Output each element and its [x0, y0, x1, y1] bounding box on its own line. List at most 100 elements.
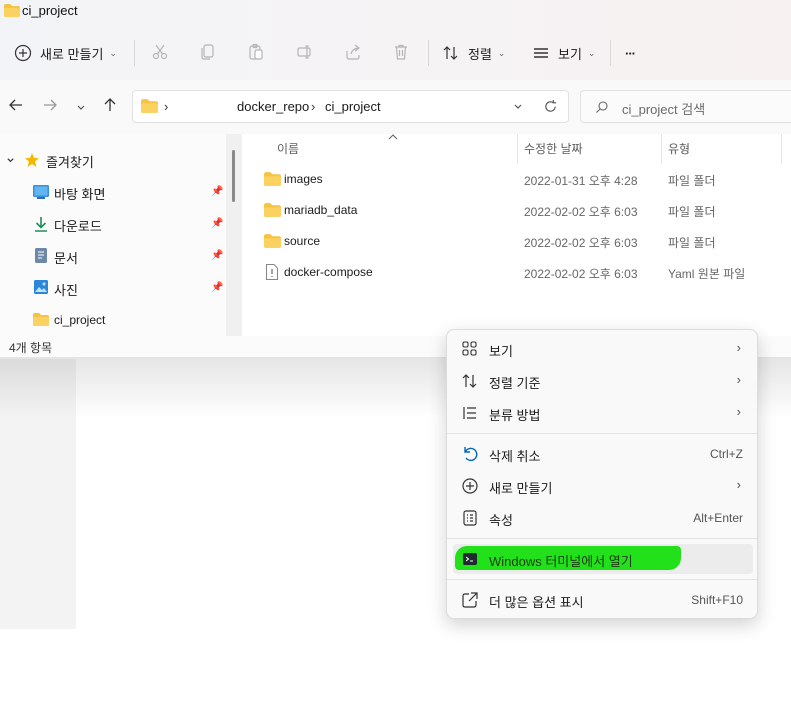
chevron-right-icon: ›: [736, 372, 741, 387]
column-header-type[interactable]: 유형: [668, 140, 690, 157]
file-date: 2022-02-02 오후 6:03: [524, 205, 638, 219]
context-menu: 보기 › 정렬 기준 › 분류 방법 › 삭제 취소 Ctrl+Z 새로 만들기…: [446, 329, 758, 619]
nav-item-label: ci_project: [54, 313, 106, 327]
file-row[interactable]: mariadb_data 2022-02-02 오후 6:03 파일 폴더: [256, 198, 786, 224]
properties-icon: [463, 510, 477, 526]
cut-icon[interactable]: [149, 41, 171, 63]
paste-icon[interactable]: [245, 41, 267, 63]
item-count: 4개 항목: [9, 341, 53, 355]
new-button-label: 새로 만들기: [40, 46, 104, 62]
search-input[interactable]: ci_project 검색: [580, 90, 791, 123]
pin-icon[interactable]: 📌: [211, 186, 223, 197]
sort-icon: [462, 374, 477, 388]
shortcut-label: Alt+Enter: [693, 511, 743, 525]
menu-item-label: Windows 터미널에서 열기: [489, 554, 633, 569]
pin-icon[interactable]: 📌: [211, 250, 223, 261]
nav-item-ci-project[interactable]: ci_project: [0, 307, 230, 333]
more-options-button[interactable]: ···: [625, 40, 636, 66]
menu-item-label: 보기: [489, 344, 513, 359]
picture-icon: [34, 280, 48, 294]
back-arrow-icon[interactable]: [8, 97, 24, 117]
star-icon: [25, 153, 39, 167]
chevron-down-icon[interactable]: [6, 156, 15, 165]
menu-item-properties[interactable]: 속성 Alt+Enter: [453, 503, 753, 533]
divider: [610, 40, 611, 66]
menu-item-more-options[interactable]: 더 많은 옵션 표시 Shift+F10: [453, 585, 753, 615]
up-arrow-icon[interactable]: [102, 97, 118, 117]
column-header-date[interactable]: 수정한 날짜: [524, 140, 583, 157]
chevron-down-icon: ⌄: [497, 47, 506, 58]
folder-icon: [264, 203, 281, 217]
menu-divider: [447, 433, 757, 434]
folder-icon: [4, 4, 20, 17]
copy-icon[interactable]: [197, 41, 219, 63]
file-date: 2022-02-02 오후 6:03: [524, 236, 638, 250]
nav-item-downloads[interactable]: 다운로드 📌: [0, 211, 230, 237]
nav-item-label: 문서: [54, 251, 78, 266]
undo-icon: [464, 447, 478, 462]
share-icon[interactable]: [342, 41, 364, 63]
file-type: 파일 폴더: [668, 174, 716, 188]
view-icon: [534, 48, 548, 58]
grid-icon: [462, 341, 477, 356]
window-title: ci_project: [22, 3, 78, 18]
breadcrumb-separator: ›: [311, 99, 316, 114]
folder-icon: [264, 234, 281, 248]
refresh-icon[interactable]: [543, 99, 558, 114]
sort-button-label: 정렬: [468, 46, 492, 62]
column-divider[interactable]: [781, 134, 782, 164]
nav-item-quick-access[interactable]: 즐겨찾기: [0, 147, 230, 173]
file-name: mariadb_data: [284, 203, 358, 217]
chevron-right-icon: ›: [736, 404, 741, 419]
scrollbar-thumb[interactable]: [232, 150, 235, 202]
menu-item-undo-delete[interactable]: 삭제 취소 Ctrl+Z: [453, 439, 753, 469]
view-button[interactable]: 보기 ⌄: [532, 40, 595, 66]
menu-item-group-by[interactable]: 분류 방법 ›: [453, 398, 753, 428]
breadcrumb-ci-project[interactable]: ci_project: [325, 99, 381, 114]
sort-icon: [443, 46, 458, 60]
menu-divider: [447, 579, 757, 580]
pin-icon[interactable]: 📌: [211, 282, 223, 293]
column-header-name[interactable]: 이름: [277, 140, 299, 157]
pin-icon[interactable]: 📌: [211, 218, 223, 229]
nav-item-desktop[interactable]: 바탕 화면 📌: [0, 179, 230, 205]
navigation-pane: 즐겨찾기 바탕 화면 📌 다운로드 📌 문서 📌 사진 📌 ci_project: [0, 134, 242, 336]
menu-item-sort-by[interactable]: 정렬 기준 ›: [453, 366, 753, 396]
file-name: docker-compose: [284, 265, 373, 279]
chevron-down-icon[interactable]: [513, 102, 523, 112]
file-row[interactable]: docker-compose 2022-02-02 오후 6:03 Yaml 원…: [256, 260, 786, 286]
nav-item-pictures[interactable]: 사진 📌: [0, 275, 230, 301]
recent-chevron-icon[interactable]: [76, 100, 86, 117]
divider: [134, 40, 135, 66]
new-button[interactable]: 새로 만들기 ⌄: [14, 40, 117, 66]
forward-arrow-icon[interactable]: [42, 97, 58, 117]
file-name: source: [284, 234, 321, 248]
chevron-down-icon: ⌄: [587, 47, 596, 58]
open-external-icon: [462, 592, 478, 608]
sort-ascending-icon: [388, 134, 398, 140]
menu-item-view[interactable]: 보기 ›: [453, 334, 753, 364]
menu-item-open-terminal[interactable]: Windows 터미널에서 열기: [453, 544, 753, 574]
file-type: Yaml 원본 파일: [668, 267, 746, 281]
nav-item-documents[interactable]: 문서 📌: [0, 243, 230, 269]
plus-circle-icon: [462, 478, 478, 494]
delete-icon[interactable]: [390, 41, 412, 63]
address-bar[interactable]: › docker_repo › ci_project: [132, 90, 569, 123]
sort-button[interactable]: 정렬 ⌄: [442, 40, 505, 66]
file-icon: [266, 264, 278, 280]
column-divider[interactable]: [517, 134, 518, 164]
file-row[interactable]: source 2022-02-02 오후 6:03 파일 폴더: [256, 229, 786, 255]
menu-item-label: 분류 방법: [489, 408, 541, 423]
menu-item-label: 더 많은 옵션 표시: [489, 595, 584, 610]
desktop-icon: [33, 185, 49, 199]
file-row[interactable]: images 2022-01-31 오후 4:28 파일 폴더: [256, 167, 786, 193]
file-date: 2022-01-31 오후 4:28: [524, 174, 638, 188]
menu-item-new[interactable]: 새로 만들기 ›: [453, 471, 753, 501]
column-divider[interactable]: [661, 134, 662, 164]
rename-icon[interactable]: [294, 41, 316, 63]
breadcrumb-separator[interactable]: ›: [164, 99, 168, 114]
terminal-icon: [463, 553, 477, 565]
chevron-right-icon: ›: [736, 340, 741, 355]
breadcrumb-docker-repo[interactable]: docker_repo: [237, 99, 309, 114]
nav-item-label: 바탕 화면: [54, 187, 106, 202]
